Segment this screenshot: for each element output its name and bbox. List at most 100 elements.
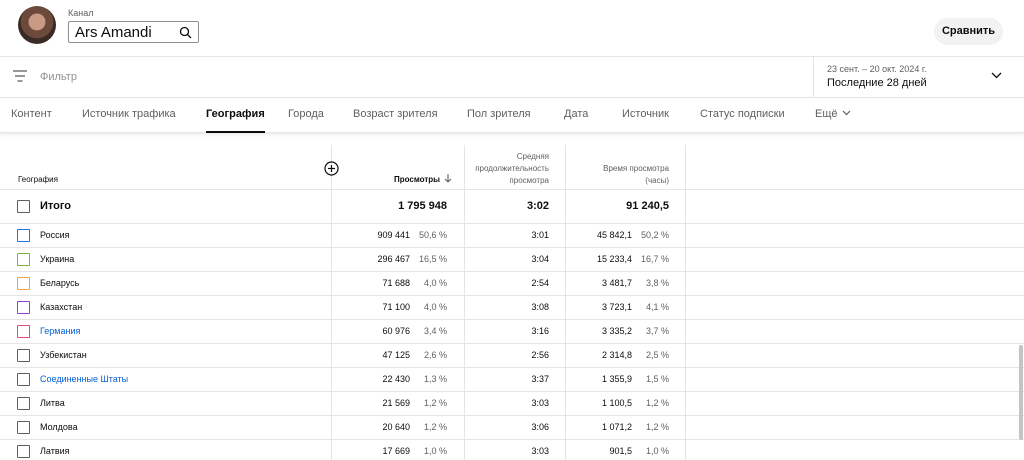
total-checkbox[interactable]: [17, 200, 30, 213]
column-header-avg-duration[interactable]: Средняя продолжительность просмотра: [464, 151, 549, 187]
tab-viewer-gender[interactable]: Пол зрителя: [467, 98, 531, 133]
tab-source[interactable]: Источник: [622, 98, 669, 133]
search-icon[interactable]: [179, 26, 192, 39]
views-value: 21 569: [382, 398, 410, 408]
column-header-line: просмотра: [509, 176, 549, 185]
watch-time-value: 3 723,1: [601, 302, 632, 312]
watch-time-percent: 1,2 %: [645, 398, 669, 408]
column-header-views-label: Просмотры: [393, 175, 440, 184]
table-row: Соединенные Штаты 22 430 1,3 % 3:37 1 355,9 1…: [0, 368, 1024, 392]
row-checkbox[interactable]: [17, 301, 30, 314]
country-name: Узбекистан: [40, 350, 87, 360]
country-name: Россия: [40, 230, 70, 240]
tab-subscription-status[interactable]: Статус подписки: [700, 98, 785, 133]
row-checkbox[interactable]: [17, 373, 30, 386]
country-name: Латвия: [40, 446, 70, 456]
table-row: Литва 21 569 1,2 % 3:03 1 100,5 1,2 %: [0, 392, 1024, 416]
views-percent: 4,0 %: [423, 278, 447, 288]
country-name: Литва: [40, 398, 65, 408]
total-watch-time: 91 240,5: [626, 200, 669, 212]
compare-button[interactable]: Сравнить: [934, 18, 1003, 45]
tab-viewer-age[interactable]: Возраст зрителя: [353, 98, 438, 133]
watch-time-percent: 3,7 %: [645, 326, 669, 336]
watch-time-percent: 1,0 %: [645, 446, 669, 456]
row-checkbox[interactable]: [17, 421, 30, 434]
views-value: 47 125: [382, 350, 410, 360]
scrollbar[interactable]: [1019, 345, 1023, 440]
avg-duration-value: 2:56: [531, 350, 549, 360]
filter-bar: Фильтр 23 сент. – 20 окт. 2024 г. Послед…: [0, 57, 1024, 98]
column-header-line: продолжительность: [475, 164, 549, 173]
watch-time-value: 45 842,1: [596, 230, 632, 240]
views-percent: 16,5 %: [418, 254, 447, 264]
row-checkbox[interactable]: [17, 325, 30, 338]
row-checkbox[interactable]: [17, 229, 30, 242]
avg-duration-value: 2:54: [531, 278, 549, 288]
row-checkbox[interactable]: [17, 397, 30, 410]
avg-duration-value: 3:08: [531, 302, 549, 312]
channel-label: Канал: [68, 8, 94, 18]
report-tabs: Контент Источник трафика География Город…: [0, 98, 1024, 133]
filter-icon[interactable]: [13, 70, 27, 82]
avg-duration-value: 3:01: [531, 230, 549, 240]
tab-more-label: Ещё: [815, 108, 838, 120]
watch-time-value: 1 355,9: [601, 374, 632, 384]
views-percent: 1,0 %: [423, 446, 447, 456]
watch-time-percent: 4,1 %: [645, 302, 669, 312]
tab-geography[interactable]: География: [206, 98, 265, 133]
country-name[interactable]: Германия: [40, 326, 80, 336]
column-header-watch-time[interactable]: Время просмотра (часы): [566, 163, 669, 187]
date-period-text: Последние 28 дней: [827, 77, 927, 89]
chevron-down-icon[interactable]: [991, 72, 1002, 79]
views-percent: 3,4 %: [423, 326, 447, 336]
row-checkbox[interactable]: [17, 349, 30, 362]
table-row: Латвия 17 669 1,0 % 3:03 901,5 1,0 %: [0, 440, 1024, 460]
country-name[interactable]: Соединенные Штаты: [40, 374, 128, 384]
tab-date[interactable]: Дата: [564, 98, 588, 133]
views-percent: 2,6 %: [423, 350, 447, 360]
watch-time-value: 2 314,8: [601, 350, 632, 360]
row-checkbox[interactable]: [17, 253, 30, 266]
watch-time-value: 1 100,5: [601, 398, 632, 408]
column-header-line: Время просмотра: [603, 164, 669, 173]
table-row: Узбекистан 47 125 2,6 % 2:56 2 314,8 2,5 %: [0, 344, 1024, 368]
country-name: Молдова: [40, 422, 78, 432]
avg-duration-value: 3:03: [531, 446, 549, 456]
views-percent: 1,2 %: [423, 422, 447, 432]
table-row: Германия 60 976 3,4 % 3:16 3 335,2 3,7 %: [0, 320, 1024, 344]
channel-name[interactable]: Ars Amandi: [75, 24, 152, 41]
column-header-views[interactable]: Просмотры: [332, 174, 452, 184]
table-row: Россия 909 441 50,6 % 3:01 45 842,1 50,2 %: [0, 224, 1024, 248]
views-percent: 1,2 %: [423, 398, 447, 408]
views-value: 909 441: [377, 230, 410, 240]
date-range-selector[interactable]: 23 сент. – 20 окт. 2024 г. Последние 28 …: [813, 57, 1024, 98]
arrow-down-icon[interactable]: [444, 174, 452, 183]
tab-more[interactable]: Ещё: [815, 98, 851, 133]
table-row: Молдова 20 640 1,2 % 3:06 1 071,2 1,2 %: [0, 416, 1024, 440]
channel-avatar[interactable]: [18, 6, 56, 44]
column-header-geography[interactable]: География: [18, 175, 58, 184]
views-percent: 50,6 %: [418, 230, 447, 240]
filter-input[interactable]: Фильтр: [40, 71, 77, 83]
total-label: Итого: [40, 200, 72, 212]
table-header: География Просмотры Средняя продолжитель…: [0, 145, 1024, 190]
table-row: Казахстан 71 100 4,0 % 3:08 3 723,1 4,1 %: [0, 296, 1024, 320]
country-name: Казахстан: [40, 302, 83, 312]
tab-traffic-source[interactable]: Источник трафика: [82, 98, 176, 133]
views-value: 20 640: [382, 422, 410, 432]
watch-time-percent: 1,2 %: [645, 422, 669, 432]
watch-time-percent: 1,5 %: [645, 374, 669, 384]
views-value: 17 669: [382, 446, 410, 456]
row-checkbox[interactable]: [17, 445, 30, 458]
chevron-down-icon: [842, 110, 850, 116]
header: Канал Ars Amandi Сравнить: [0, 0, 1024, 57]
channel-search-field[interactable]: Ars Amandi: [68, 21, 199, 43]
country-name: Беларусь: [40, 278, 80, 288]
table-row: Украина 296 467 16,5 % 3:04 15 233,4 16,7 %: [0, 248, 1024, 272]
date-range-text: 23 сент. – 20 окт. 2024 г.: [827, 64, 927, 74]
tab-content[interactable]: Контент: [11, 98, 52, 133]
watch-time-value: 3 335,2: [601, 326, 632, 336]
row-checkbox[interactable]: [17, 277, 30, 290]
avg-duration-value: 3:04: [531, 254, 549, 264]
tab-cities[interactable]: Города: [288, 98, 324, 133]
